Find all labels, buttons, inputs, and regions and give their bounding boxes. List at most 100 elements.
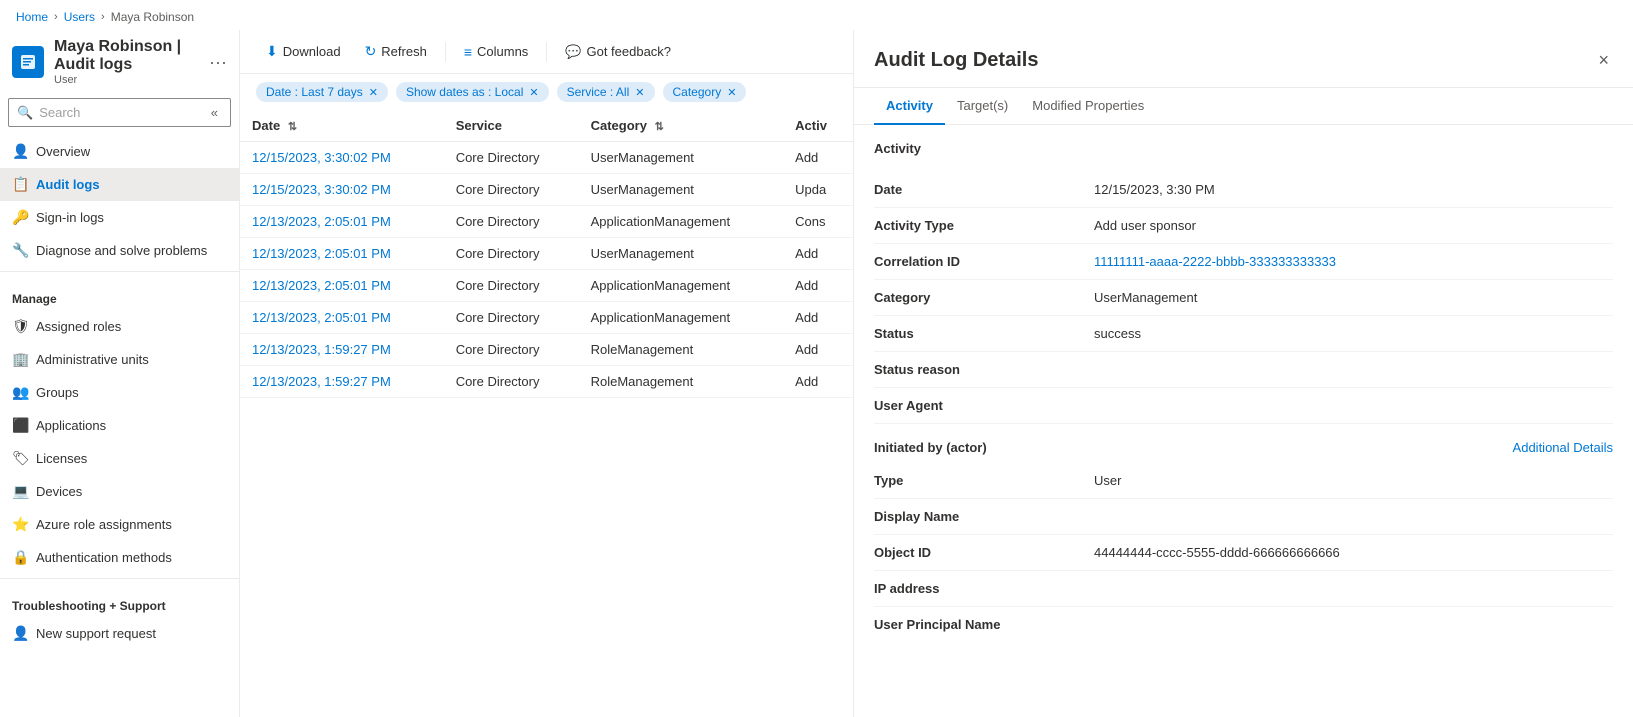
sidebar-item-label: Administrative units xyxy=(36,352,149,367)
cell-category: RoleManagement xyxy=(579,366,784,398)
refresh-button[interactable]: ↻ Refresh xyxy=(355,38,437,65)
breadcrumb-current: Maya Robinson xyxy=(111,10,194,24)
collapse-button[interactable]: « xyxy=(207,103,222,122)
sidebar-item-assigned-roles[interactable]: 🛡 Assigned roles xyxy=(0,310,239,343)
table-row[interactable]: 12/13/2023, 2:05:01 PM Core Directory Us… xyxy=(240,238,853,270)
search-area: 🔍 Search « xyxy=(0,98,239,135)
cell-category: ApplicationManagement xyxy=(579,206,784,238)
tab-modified-properties[interactable]: Modified Properties xyxy=(1020,88,1156,125)
devices-icon: 💻 xyxy=(12,483,28,500)
cell-date: 12/13/2023, 1:59:27 PM xyxy=(240,334,444,366)
breadcrumb-home[interactable]: Home xyxy=(16,10,48,24)
groups-icon: 👥 xyxy=(12,384,28,401)
detail-label-display-name: Display Name xyxy=(874,509,1094,524)
cell-date: 12/13/2023, 2:05:01 PM xyxy=(240,206,444,238)
table-row[interactable]: 12/15/2023, 3:30:02 PM Core Directory Us… xyxy=(240,142,853,174)
detail-value-activity-type: Add user sponsor xyxy=(1094,218,1613,233)
service-filter-chip[interactable]: Service : All ✕ xyxy=(557,82,655,102)
columns-button[interactable]: ≡ Columns xyxy=(454,39,538,65)
table-header-row: Date ⇅ Service Category ⇅ Activ xyxy=(240,110,853,142)
category-filter-chip[interactable]: Category ✕ xyxy=(663,82,747,102)
detail-label-type: Type xyxy=(874,473,1094,488)
detail-row-ip-address: IP address xyxy=(874,571,1613,607)
date-filter-chip[interactable]: Date : Last 7 days ✕ xyxy=(256,82,388,102)
table-row[interactable]: 12/15/2023, 3:30:02 PM Core Directory Us… xyxy=(240,174,853,206)
sidebar-item-audit-logs[interactable]: 📋 Audit logs xyxy=(0,168,239,201)
search-placeholder: Search xyxy=(39,105,80,120)
cell-category: UserManagement xyxy=(579,174,784,206)
detail-row-upn: User Principal Name xyxy=(874,607,1613,643)
detail-panel-close-button[interactable]: × xyxy=(1594,46,1613,75)
sidebar-item-label: Sign-in logs xyxy=(36,210,104,225)
breadcrumb-users[interactable]: Users xyxy=(64,10,95,24)
auth-methods-icon: 🔒 xyxy=(12,549,28,566)
download-icon: ⬇ xyxy=(266,43,278,60)
cell-activity: Add xyxy=(783,270,853,302)
cell-activity: Cons xyxy=(783,206,853,238)
table-row[interactable]: 12/13/2023, 2:05:01 PM Core Directory Ap… xyxy=(240,270,853,302)
support-icon: 👤 xyxy=(12,625,28,642)
table-row[interactable]: 12/13/2023, 2:05:01 PM Core Directory Ap… xyxy=(240,206,853,238)
additional-details-link[interactable]: Additional Details xyxy=(1513,440,1613,455)
detail-label-status: Status xyxy=(874,326,1094,341)
detail-row-activity-type: Activity Type Add user sponsor xyxy=(874,208,1613,244)
sidebar-item-label: Assigned roles xyxy=(36,319,121,334)
sidebar-item-licenses[interactable]: 🏷 Licenses xyxy=(0,442,239,475)
cell-date: 12/13/2023, 2:05:01 PM xyxy=(240,302,444,334)
sidebar-item-sign-in-logs[interactable]: 🔑 Sign-in logs xyxy=(0,201,239,234)
tab-targets[interactable]: Target(s) xyxy=(945,88,1020,125)
sidebar-item-auth-methods[interactable]: 🔒 Authentication methods xyxy=(0,541,239,574)
feedback-button[interactable]: 💬 Got feedback? xyxy=(555,39,681,65)
show-dates-filter-close-icon: ✕ xyxy=(529,86,538,99)
cell-service: Core Directory xyxy=(444,302,579,334)
sidebar: Maya Robinson | Audit logs User ··· 🔍 Se… xyxy=(0,30,240,717)
detail-value-date: 12/15/2023, 3:30 PM xyxy=(1094,182,1613,197)
sidebar-item-overview[interactable]: 👤 Overview xyxy=(0,135,239,168)
nav-divider-1 xyxy=(0,271,239,272)
detail-panel-header: Audit Log Details × xyxy=(854,30,1633,88)
search-input[interactable]: 🔍 Search « xyxy=(8,98,231,127)
actor-section: Initiated by (actor) Additional Details … xyxy=(874,440,1613,643)
cell-service: Core Directory xyxy=(444,270,579,302)
detail-label-correlation-id: Correlation ID xyxy=(874,254,1094,269)
sidebar-header: Maya Robinson | Audit logs User ··· xyxy=(0,30,239,98)
col-category[interactable]: Category ⇅ xyxy=(579,110,784,142)
date-filter-close-icon: ✕ xyxy=(369,86,378,99)
refresh-label: Refresh xyxy=(381,44,427,59)
show-dates-filter-chip[interactable]: Show dates as : Local ✕ xyxy=(396,82,549,102)
col-service[interactable]: Service xyxy=(444,110,579,142)
detail-value-correlation-id[interactable]: 11111111-aaaa-2222-bbbb-333333333333 xyxy=(1094,254,1613,269)
col-activity[interactable]: Activ xyxy=(783,110,853,142)
tab-activity[interactable]: Activity xyxy=(874,88,945,125)
sidebar-item-applications[interactable]: ⬛ Applications xyxy=(0,409,239,442)
sidebar-item-devices[interactable]: 💻 Devices xyxy=(0,475,239,508)
download-button[interactable]: ⬇ Download xyxy=(256,38,351,65)
service-filter-close-icon: ✕ xyxy=(635,86,644,99)
page-subtitle: User xyxy=(54,74,199,86)
more-options-button[interactable]: ··· xyxy=(209,53,227,71)
table-row[interactable]: 12/13/2023, 2:05:01 PM Core Directory Ap… xyxy=(240,302,853,334)
detail-row-type: Type User xyxy=(874,463,1613,499)
table-row[interactable]: 12/13/2023, 1:59:27 PM Core Directory Ro… xyxy=(240,334,853,366)
cell-category: UserManagement xyxy=(579,142,784,174)
toolbar: ⬇ Download ↻ Refresh ≡ Columns 💬 Got fee… xyxy=(240,30,853,74)
detail-row-object-id: Object ID 44444444-cccc-5555-dddd-666666… xyxy=(874,535,1613,571)
sidebar-item-new-support[interactable]: 👤 New support request xyxy=(0,617,239,650)
sidebar-item-diagnose[interactable]: 🔧 Diagnose and solve problems xyxy=(0,234,239,267)
table-row[interactable]: 12/13/2023, 1:59:27 PM Core Directory Ro… xyxy=(240,366,853,398)
cell-date: 12/15/2023, 3:30:02 PM xyxy=(240,174,444,206)
sidebar-item-admin-units[interactable]: 🏢 Administrative units xyxy=(0,343,239,376)
detail-label-date: Date xyxy=(874,182,1094,197)
manage-section-label: Manage xyxy=(0,276,239,310)
audit-log-table: Date ⇅ Service Category ⇅ Activ xyxy=(240,110,853,717)
detail-label-status-reason: Status reason xyxy=(874,362,1094,377)
sidebar-item-label: Overview xyxy=(36,144,90,159)
sign-in-icon: 🔑 xyxy=(12,209,28,226)
sidebar-item-groups[interactable]: 👥 Groups xyxy=(0,376,239,409)
col-date[interactable]: Date ⇅ xyxy=(240,110,444,142)
sidebar-item-azure-roles[interactable]: ⭐ Azure role assignments xyxy=(0,508,239,541)
sidebar-item-label: Licenses xyxy=(36,451,87,466)
detail-value-object-id: 44444444-cccc-5555-dddd-666666666666 xyxy=(1094,545,1613,560)
sidebar-item-label: New support request xyxy=(36,626,156,641)
detail-row-status-reason: Status reason xyxy=(874,352,1613,388)
